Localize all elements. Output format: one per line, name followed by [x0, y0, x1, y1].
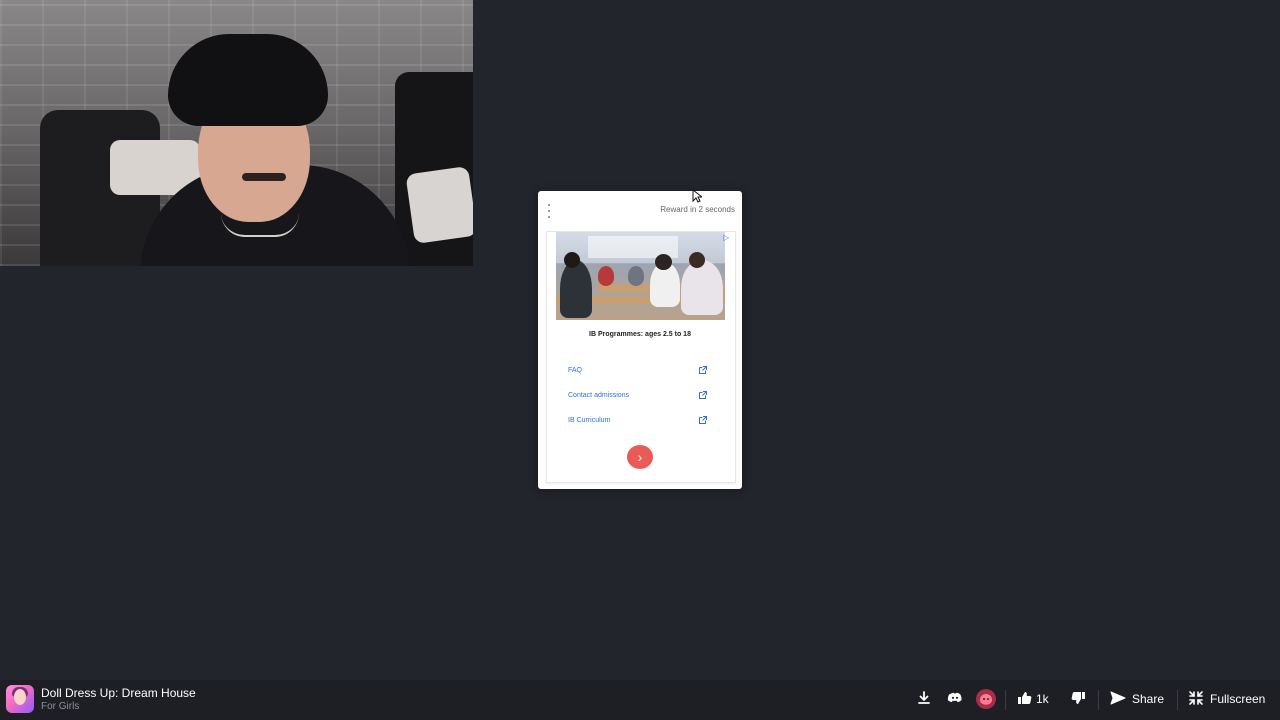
toolbar-divider — [1098, 690, 1099, 710]
ad-link-label: Contact admissions — [568, 392, 630, 399]
toolbar-divider — [1177, 690, 1178, 710]
student-head — [655, 254, 672, 270]
webcam-overlay — [0, 0, 473, 266]
necklace — [221, 213, 299, 237]
discord-icon[interactable] — [946, 689, 964, 707]
toolbar-divider — [1005, 690, 1006, 710]
adchoices-icon[interactable]: ▷ — [723, 233, 733, 243]
mustache — [242, 173, 286, 181]
share-icon[interactable] — [1109, 689, 1127, 707]
student — [628, 266, 644, 286]
download-icon[interactable] — [915, 689, 933, 707]
thumbs-up-icon[interactable] — [1015, 689, 1033, 707]
external-link-icon — [699, 416, 707, 424]
ad-link-faq[interactable]: FAQ — [566, 365, 714, 377]
chevron-right-icon: › — [637, 449, 643, 465]
ad-menu-icon[interactable] — [544, 204, 554, 218]
external-link-icon — [699, 366, 707, 374]
person-hair — [168, 34, 328, 126]
student — [560, 260, 592, 318]
ad-link-ib-curriculum[interactable]: IB Curriculum — [566, 415, 714, 427]
student — [681, 260, 723, 315]
fullscreen-icon[interactable] — [1187, 689, 1205, 707]
ad-title: IB Programmes: ages 2.5 to 18 — [589, 331, 691, 338]
student — [598, 266, 614, 286]
game-thumbnail[interactable] — [6, 685, 34, 713]
game-title[interactable]: Doll Dress Up: Dream House — [41, 686, 196, 700]
ad-image-classroom[interactable] — [556, 232, 725, 320]
thumbs-down-icon[interactable] — [1070, 689, 1088, 707]
fullscreen-button[interactable]: Fullscreen — [1210, 692, 1265, 706]
student-head — [689, 252, 705, 268]
chair-pillow — [405, 165, 473, 245]
student-head — [564, 252, 580, 268]
ad-link-label: FAQ — [568, 367, 583, 374]
creator-icon — [980, 694, 992, 705]
external-link-icon — [699, 391, 707, 399]
ad-link-label: IB Curriculum — [568, 417, 611, 424]
reward-countdown: Reward in 2 seconds — [660, 205, 735, 214]
ad-link-contact-admissions[interactable]: Contact admissions — [566, 390, 714, 402]
like-count: 1k — [1036, 692, 1049, 706]
ad-next-button[interactable]: › — [627, 445, 653, 469]
game-category[interactable]: For Girls — [41, 701, 79, 712]
share-button[interactable]: Share — [1132, 692, 1164, 706]
mouse-cursor-icon — [692, 189, 702, 203]
